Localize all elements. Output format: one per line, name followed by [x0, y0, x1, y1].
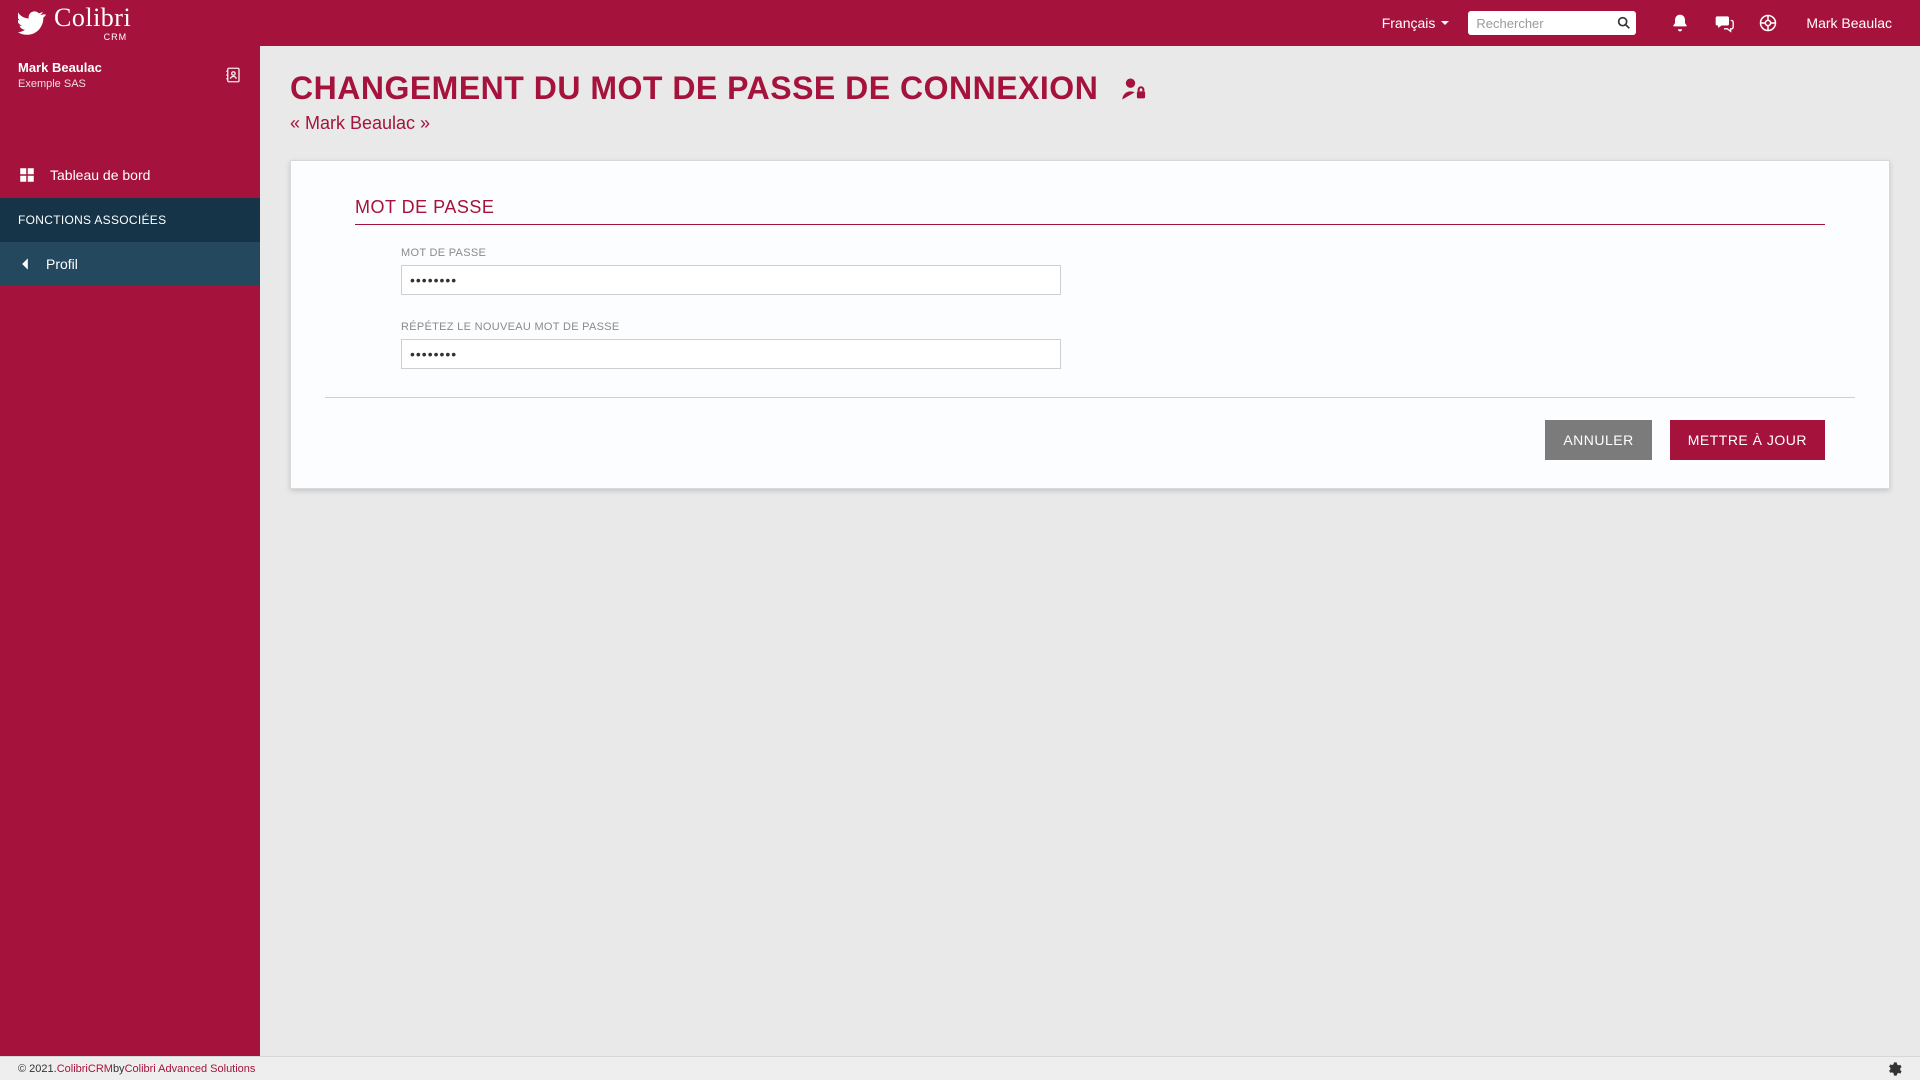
support-icon[interactable] — [1758, 13, 1778, 33]
sidebar-item-profile[interactable]: Profil — [0, 242, 260, 286]
search-icon[interactable] — [1616, 15, 1632, 31]
user-lock-icon — [1120, 75, 1148, 103]
brand-sub: CRM — [54, 33, 131, 42]
button-row: ANNULER METTRE À JOUR — [355, 420, 1825, 460]
footer-company-link[interactable]: Colibri Advanced Solutions — [125, 1063, 256, 1075]
search-wrap — [1468, 11, 1636, 35]
divider — [325, 397, 1855, 398]
chevron-down-icon — [1440, 18, 1450, 28]
field-label: RÉPÉTEZ LE NOUVEAU MOT DE PASSE — [355, 321, 1825, 333]
cancel-button[interactable]: ANNULER — [1545, 420, 1651, 460]
chevron-left-icon — [18, 257, 32, 271]
topbar: Colibri CRM Français Mark Beaulac — [0, 0, 1920, 46]
footer: © 2021. ColibriCRM by Colibri Advanced S… — [0, 1056, 1920, 1080]
gear-icon[interactable] — [1886, 1061, 1902, 1077]
footer-by: by — [113, 1063, 125, 1075]
password-input[interactable] — [401, 265, 1061, 295]
repeat-password-input[interactable] — [401, 339, 1061, 369]
sidebar-section-header: FONCTIONS ASSOCIÉES — [0, 198, 260, 242]
field-label: MOT DE PASSE — [355, 247, 1825, 259]
chat-icon[interactable] — [1714, 13, 1734, 33]
bird-icon — [18, 9, 46, 37]
section-title: MOT DE PASSE — [355, 197, 1825, 225]
brand-logo[interactable]: Colibri CRM — [0, 5, 260, 42]
page-title: CHANGEMENT DU MOT DE PASSE DE CONNEXION — [290, 70, 1098, 107]
topbar-user-name[interactable]: Mark Beaulac — [1806, 15, 1892, 31]
footer-copyright: © 2021. — [18, 1063, 57, 1075]
language-selector[interactable]: Français — [1382, 15, 1451, 31]
bell-icon[interactable] — [1670, 13, 1690, 33]
sidebar-item-label: Profil — [46, 256, 78, 272]
address-book-icon[interactable] — [224, 66, 242, 84]
sidebar-item-dashboard[interactable]: Tableau de bord — [0, 152, 260, 198]
brand-name: Colibri — [54, 5, 131, 31]
sidebar-item-label: Tableau de bord — [50, 167, 150, 183]
footer-product-link[interactable]: ColibriCRM — [57, 1063, 113, 1075]
page-subtitle: « Mark Beaulac » — [290, 113, 1890, 134]
field-password: MOT DE PASSE — [355, 247, 1825, 295]
page-header: CHANGEMENT DU MOT DE PASSE DE CONNEXION — [290, 70, 1890, 107]
main-content: CHANGEMENT DU MOT DE PASSE DE CONNEXION … — [260, 46, 1920, 1056]
dashboard-icon — [18, 166, 36, 184]
sidebar-user-name: Mark Beaulac — [18, 60, 102, 75]
sidebar-org-name: Exemple SAS — [18, 78, 102, 90]
password-card: MOT DE PASSE MOT DE PASSE RÉPÉTEZ LE NOU… — [290, 160, 1890, 489]
language-label: Français — [1382, 15, 1436, 31]
search-input[interactable] — [1468, 11, 1636, 35]
field-repeat-password: RÉPÉTEZ LE NOUVEAU MOT DE PASSE — [355, 321, 1825, 369]
sidebar: Mark Beaulac Exemple SAS Tableau de bord… — [0, 46, 260, 1056]
submit-button[interactable]: METTRE À JOUR — [1670, 420, 1825, 460]
sidebar-user-block: Mark Beaulac Exemple SAS — [0, 46, 260, 104]
